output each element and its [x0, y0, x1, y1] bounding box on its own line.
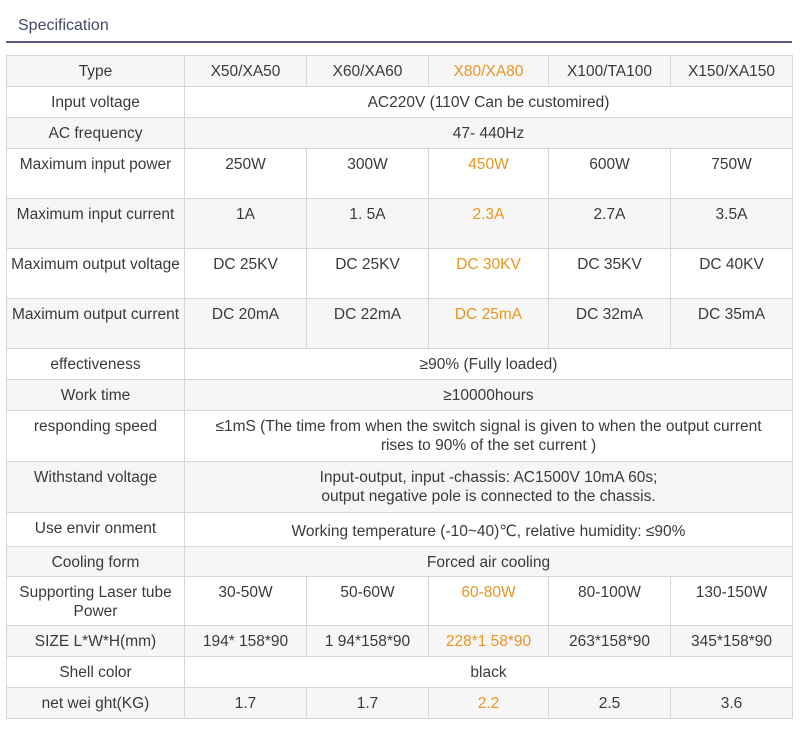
row-label: Maximum output voltage — [6, 248, 185, 299]
row-label: Maximum output current — [6, 298, 185, 349]
span-cell: ≥90% (Fully loaded) — [184, 348, 793, 380]
row-label: Maximum input current — [6, 198, 185, 249]
row-effectiveness: effectiveness ≥90% (Fully loaded) — [6, 348, 793, 380]
cell: 130-150W — [670, 576, 793, 626]
span-cell: 47- 440Hz — [184, 117, 793, 149]
row-size: SIZE L*W*H(mm) 194* 158*90 1 94*158*90 2… — [6, 625, 793, 657]
cell: 263*158*90 — [548, 625, 671, 657]
spec-table: Type X50/XA50 X60/XA60 X80/XA80 X100/TA1… — [6, 55, 793, 719]
cell-highlight: DC 30KV — [428, 248, 549, 299]
cell: DC 32mA — [548, 298, 671, 349]
row-label: Input voltage — [6, 86, 185, 118]
row-net-weight: net wei ght(KG) 1.7 1.7 2.2 2.5 3.6 — [6, 687, 793, 719]
cell: DC 22mA — [306, 298, 429, 349]
row-label: Use envir onment — [6, 512, 185, 547]
row-use-environment: Use envir onment Working temperature (-1… — [6, 512, 793, 547]
row-ac-frequency: AC frequency 47- 440Hz — [6, 117, 793, 149]
cell-highlight: 450W — [428, 148, 549, 199]
row-label: SIZE L*W*H(mm) — [6, 625, 185, 657]
cell: X60/XA60 — [306, 55, 429, 87]
cell: 2.7A — [548, 198, 671, 249]
cell: DC 20mA — [184, 298, 307, 349]
cell: DC 40KV — [670, 248, 793, 299]
cell: 1.7 — [184, 687, 307, 719]
cell: 1. 5A — [306, 198, 429, 249]
cell: 30-50W — [184, 576, 307, 626]
cell: 50-60W — [306, 576, 429, 626]
row-input-voltage: Input voltage AC220V (110V Can be custom… — [6, 86, 793, 118]
cell-highlight: X80/XA80 — [428, 55, 549, 87]
row-max-output-voltage: Maximum output voltage DC 25KV DC 25KV D… — [6, 248, 793, 299]
cell-highlight: 2.2 — [428, 687, 549, 719]
row-type: Type X50/XA50 X60/XA60 X80/XA80 X100/TA1… — [6, 55, 793, 87]
cell: 1.7 — [306, 687, 429, 719]
cell: 345*158*90 — [670, 625, 793, 657]
row-label: Type — [6, 55, 185, 87]
row-label: Supporting Laser tube Power — [6, 576, 185, 626]
row-cooling-form: Cooling form Forced air cooling — [6, 546, 793, 577]
row-shell-color: Shell color black — [6, 656, 793, 688]
span-cell: Working temperature (-10~40)℃, relative … — [184, 512, 793, 547]
cell: X150/XA150 — [670, 55, 793, 87]
cell-highlight: 2.3A — [428, 198, 549, 249]
row-label: net wei ght(KG) — [6, 687, 185, 719]
cell: DC 35mA — [670, 298, 793, 349]
cell: 1 94*158*90 — [306, 625, 429, 657]
row-withstand-voltage: Withstand voltage Input-output, input -c… — [6, 461, 793, 513]
span-cell: Forced air cooling — [184, 546, 793, 577]
cell-highlight: 228*1 58*90 — [428, 625, 549, 657]
cell: 80-100W — [548, 576, 671, 626]
cell: 250W — [184, 148, 307, 199]
cell-highlight: DC 25mA — [428, 298, 549, 349]
cell: 3.6 — [670, 687, 793, 719]
row-max-input-current: Maximum input current 1A 1. 5A 2.3A 2.7A… — [6, 198, 793, 249]
cell: DC 25KV — [184, 248, 307, 299]
row-work-time: Work time ≥10000hours — [6, 379, 793, 411]
cell-highlight: 60-80W — [428, 576, 549, 626]
section-title: Specification — [18, 17, 109, 34]
row-label: responding speed — [6, 410, 185, 462]
span-cell: ≥10000hours — [184, 379, 793, 411]
row-label: Maximum input power — [6, 148, 185, 199]
section-header: Specification — [6, 10, 792, 43]
cell: X100/TA100 — [548, 55, 671, 87]
cell: 750W — [670, 148, 793, 199]
row-laser-tube-power: Supporting Laser tube Power 30-50W 50-60… — [6, 576, 793, 626]
span-line: output negative pole is connected to the… — [321, 488, 656, 505]
row-label: Work time — [6, 379, 185, 411]
cell: DC 35KV — [548, 248, 671, 299]
span-line: Input-output, input -chassis: AC1500V 10… — [319, 469, 658, 486]
row-max-output-current: Maximum output current DC 20mA DC 22mA D… — [6, 298, 793, 349]
cell: 2.5 — [548, 687, 671, 719]
span-cell: Input-output, input -chassis: AC1500V 10… — [184, 461, 793, 513]
cell: X50/XA50 — [184, 55, 307, 87]
row-label: Cooling form — [6, 546, 185, 577]
cell: DC 25KV — [306, 248, 429, 299]
row-label: AC frequency — [6, 117, 185, 149]
cell: 600W — [548, 148, 671, 199]
row-max-input-power: Maximum input power 250W 300W 450W 600W … — [6, 148, 793, 199]
row-label: Withstand voltage — [6, 461, 185, 513]
span-cell: black — [184, 656, 793, 688]
row-responding-speed: responding speed ≤1mS (The time from whe… — [6, 410, 793, 462]
span-cell: ≤1mS (The time from when the switch sign… — [184, 410, 793, 462]
cell: 300W — [306, 148, 429, 199]
cell: 3.5A — [670, 198, 793, 249]
span-cell: AC220V (110V Can be customired) — [184, 86, 793, 118]
cell: 194* 158*90 — [184, 625, 307, 657]
cell: 1A — [184, 198, 307, 249]
row-label: Shell color — [6, 656, 185, 688]
row-label: effectiveness — [6, 348, 185, 380]
